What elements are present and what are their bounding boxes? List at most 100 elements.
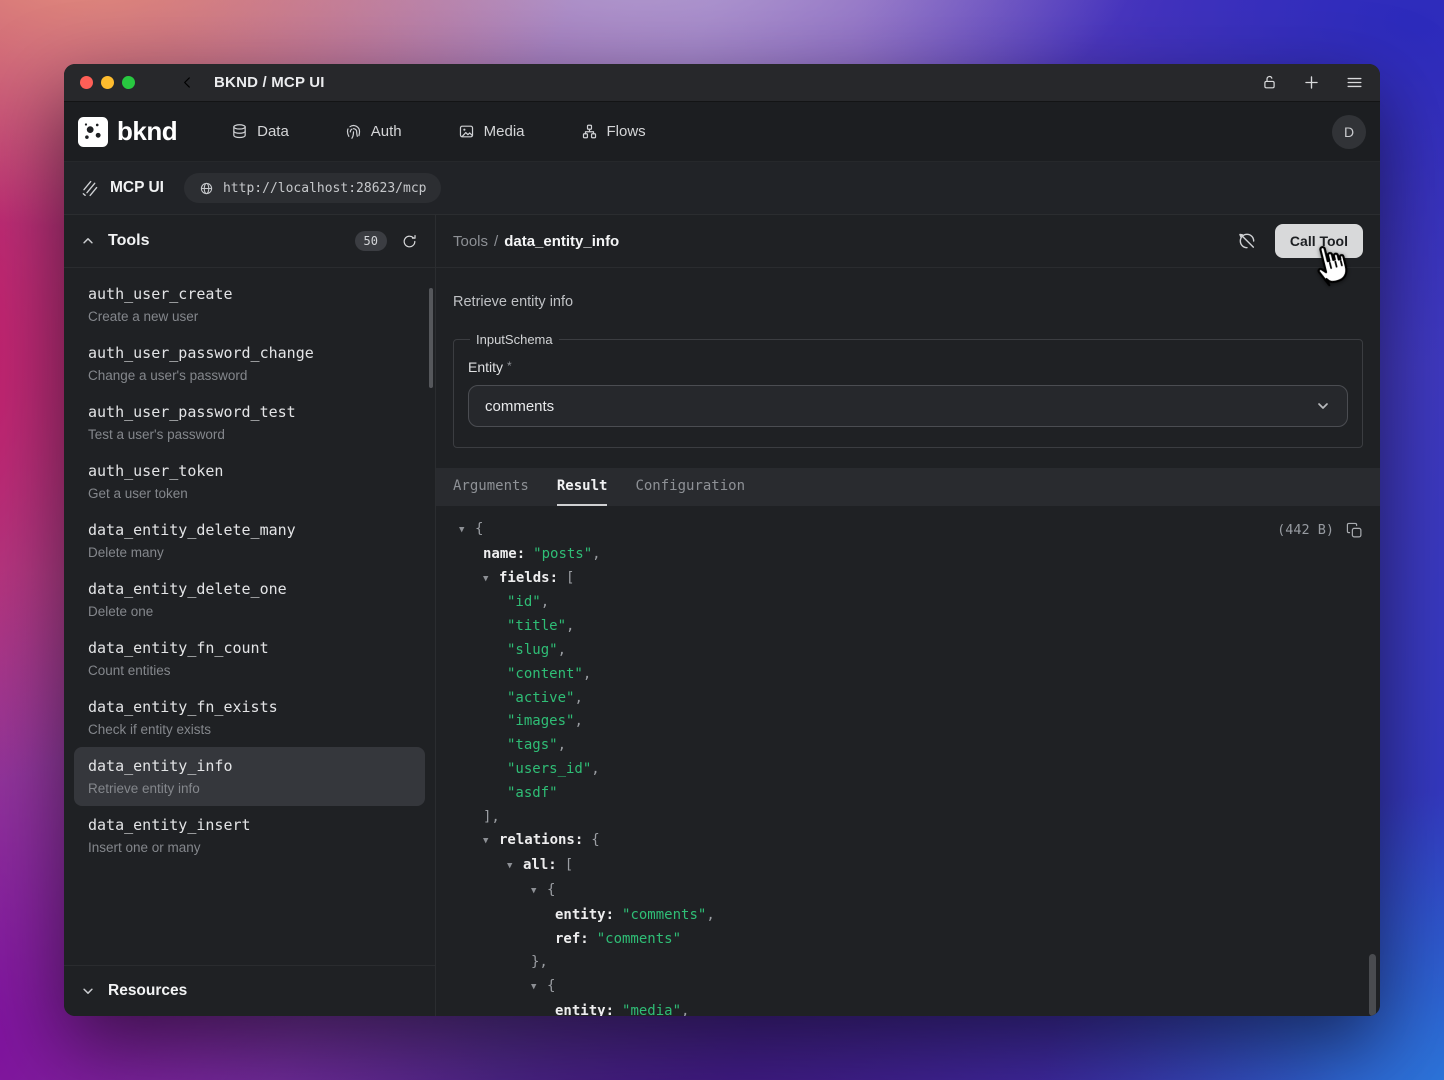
tool-description: Change a user's password (88, 368, 411, 383)
json-line: "asdf" (459, 782, 1362, 806)
tool-name: data_entity_info (88, 757, 411, 775)
sidebar-item-data_entity_info[interactable]: data_entity_infoRetrieve entity info (74, 747, 425, 806)
resources-section-header[interactable]: Resources (64, 965, 435, 1016)
tool-detail-header: Tools / data_entity_info Call Tool (436, 215, 1380, 268)
tool-name: data_entity_delete_one (88, 580, 411, 598)
app-navbar: bknd Data Auth Media Flows D (64, 102, 1380, 162)
tool-name: data_entity_delete_many (88, 521, 411, 539)
resources-header-label: Resources (108, 982, 187, 1000)
tab-arguments[interactable]: Arguments (453, 468, 529, 506)
chevron-down-icon (81, 984, 95, 998)
json-line: entity:"media", (459, 1000, 1362, 1016)
result-size: (442 B) (1277, 519, 1334, 543)
json-line: "active", (459, 687, 1362, 711)
primary-nav: Data Auth Media Flows (231, 123, 646, 140)
json-line: "slug", (459, 639, 1362, 663)
nav-item-flows[interactable]: Flows (581, 123, 646, 140)
breadcrumb-tool-name: data_entity_info (504, 233, 619, 250)
refresh-icon (401, 233, 418, 250)
collapse-arrow-icon[interactable]: ▼ (531, 976, 540, 1000)
collapse-arrow-icon[interactable]: ▼ (483, 568, 492, 592)
json-line: ▼all:[ (459, 854, 1362, 879)
workflow-icon (581, 123, 598, 140)
brand-logo[interactable]: bknd (78, 116, 177, 147)
nav-item-media[interactable]: Media (458, 123, 525, 140)
tool-name: data_entity_fn_exists (88, 698, 411, 716)
minimize-window-button[interactable] (101, 76, 114, 89)
sidebar-item-data_entity_delete_many[interactable]: data_entity_delete_manyDelete many (74, 511, 425, 570)
new-tab-button[interactable] (1302, 73, 1321, 92)
tools-count-badge: 50 (355, 231, 387, 251)
avatar[interactable]: D (1332, 115, 1366, 149)
json-line: ▼{ (459, 975, 1362, 1000)
collapse-arrow-icon[interactable]: ▼ (507, 855, 516, 879)
tool-description: Test a user's password (88, 427, 411, 442)
tools-section-header[interactable]: Tools 50 (64, 215, 435, 268)
nav-item-data[interactable]: Data (231, 123, 289, 140)
tools-header-label: Tools (108, 232, 149, 250)
database-icon (231, 123, 248, 140)
tool-description: Count entities (88, 663, 411, 678)
history-toggle-button[interactable] (1237, 231, 1257, 251)
tool-description: Get a user token (88, 486, 411, 501)
nav-item-auth[interactable]: Auth (345, 123, 402, 140)
traffic-lights (80, 76, 135, 89)
json-line: ▼fields:[ (459, 567, 1362, 592)
json-line: entity:"comments", (459, 904, 1362, 928)
copy-result-button[interactable] (1346, 522, 1363, 539)
tool-detail-panel: Tools / data_entity_info Call Tool Retri… (436, 215, 1380, 1016)
tool-name: data_entity_fn_count (88, 639, 411, 657)
tool-description: Delete one (88, 604, 411, 619)
sidebar-scrollbar[interactable] (429, 288, 433, 388)
menu-button[interactable] (1345, 73, 1364, 92)
main-scrollbar[interactable] (1369, 954, 1376, 1016)
tool-description: Insert one or many (88, 840, 411, 855)
content-area: Tools 50 auth_user_createCreate a new us… (64, 215, 1380, 1016)
tab-configuration[interactable]: Configuration (635, 468, 745, 506)
hamburger-menu-icon (1345, 73, 1364, 92)
call-tool-button[interactable]: Call Tool (1275, 224, 1363, 258)
json-line: name:"posts", (459, 543, 1362, 567)
window-title: BKND / MCP UI (214, 74, 325, 91)
nav-item-label: Flows (607, 123, 646, 140)
server-url-chip[interactable]: http://localhost:28623/mcp (184, 173, 442, 203)
sidebar-item-data_entity_fn_count[interactable]: data_entity_fn_count Count entities (74, 629, 425, 688)
sidebar-item-auth_user_password_test[interactable]: auth_user_password_testTest a user's pas… (74, 393, 425, 452)
tool-description: Create a new user (88, 309, 411, 324)
sidebar-item-auth_user_password_change[interactable]: auth_user_password_change Change a user's… (74, 334, 425, 393)
close-window-button[interactable] (80, 76, 93, 89)
tool-list: auth_user_createCreate a new userauth_us… (64, 268, 435, 965)
collapse-arrow-icon[interactable]: ▼ (531, 880, 540, 904)
sidebar-item-data_entity_delete_one[interactable]: data_entity_delete_one Delete one (74, 570, 425, 629)
json-line: ▼{ (459, 518, 1362, 543)
collapse-arrow-icon[interactable]: ▼ (459, 519, 468, 543)
json-line: }, (459, 951, 1362, 975)
breadcrumb-tools[interactable]: Tools (453, 233, 488, 250)
chevron-down-icon (1315, 398, 1331, 414)
collapse-arrow-icon[interactable]: ▼ (483, 830, 492, 854)
nav-item-label: Auth (371, 123, 402, 140)
back-button[interactable] (179, 74, 196, 91)
sidebar-item-data_entity_insert[interactable]: data_entity_insertInsert one or many (74, 806, 425, 865)
app-window: BKND / MCP UI (64, 64, 1380, 1016)
zoom-window-button[interactable] (122, 76, 135, 89)
sidebar-item-auth_user_create[interactable]: auth_user_createCreate a new user (74, 275, 425, 334)
tool-name: auth_user_password_change (88, 344, 411, 362)
json-line: "users_id", (459, 758, 1362, 782)
entity-select[interactable]: comments (468, 385, 1348, 427)
chevron-up-icon (81, 234, 95, 248)
mcp-subheader: MCP UI http://localhost:28623/mcp (64, 162, 1380, 215)
json-line: "title", (459, 615, 1362, 639)
fingerprint-icon (345, 123, 362, 140)
copy-icon (1346, 522, 1363, 539)
server-url: http://localhost:28623/mcp (223, 181, 427, 196)
lock-button[interactable] (1261, 74, 1278, 91)
json-line: "id", (459, 591, 1362, 615)
sidebar-item-auth_user_token[interactable]: auth_user_tokenGet a user token (74, 452, 425, 511)
tab-result[interactable]: Result (557, 468, 608, 506)
sidebar-item-data_entity_fn_exists[interactable]: data_entity_fn_existsCheck if entity exi… (74, 688, 425, 747)
history-disabled-icon (1237, 231, 1257, 251)
globe-icon (199, 181, 214, 196)
nav-item-label: Data (257, 123, 289, 140)
refresh-tools-button[interactable] (401, 233, 418, 250)
